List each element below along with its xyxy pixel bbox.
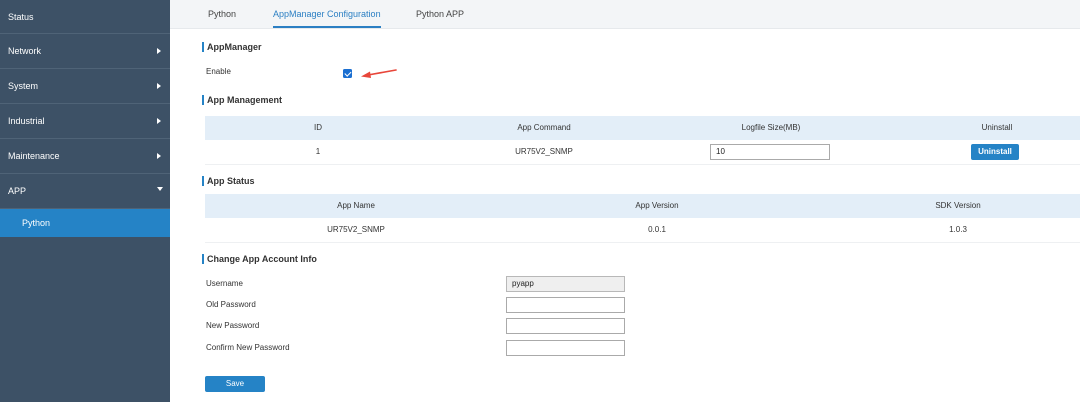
chevron-down-icon — [157, 187, 163, 191]
chevron-right-icon — [157, 82, 161, 89]
column-header-sdk-version: SDK Version — [935, 201, 981, 210]
column-header-app-version: App Version — [635, 201, 679, 210]
app-status-table: App Name App Version SDK Version UR75V2_… — [205, 194, 1080, 243]
username-label: Username — [206, 279, 243, 288]
tab-python-app[interactable]: Python APP — [416, 0, 464, 28]
section-title-app-status: App Status — [202, 176, 255, 186]
chevron-right-icon — [157, 117, 161, 124]
sidebar: Status Network System Industrial Mainten… — [0, 0, 170, 402]
confirm-password-field[interactable] — [506, 340, 625, 356]
sidebar-item-network[interactable]: Network — [0, 34, 170, 69]
enable-checkbox[interactable] — [343, 69, 352, 78]
table-row: UR75V2_SNMP 0.0.1 1.0.3 — [205, 218, 1080, 243]
new-password-label: New Password — [206, 321, 260, 330]
app-management-table: ID App Command Logfile Size(MB) Uninstal… — [205, 116, 1080, 165]
username-field[interactable]: pyapp — [506, 276, 625, 292]
sidebar-subitem-label: Python — [22, 218, 51, 228]
new-password-field[interactable] — [506, 318, 625, 334]
app-id-cell: 1 — [315, 147, 321, 156]
sidebar-item-industrial[interactable]: Industrial — [0, 104, 170, 139]
table-header-row: App Name App Version SDK Version — [205, 194, 1080, 218]
app-command-cell: UR75V2_SNMP — [515, 147, 573, 156]
column-header-logfile-size: Logfile Size(MB) — [741, 123, 801, 132]
sidebar-item-label: Industrial — [8, 116, 45, 126]
main-content: Python AppManager Configuration Python A… — [170, 0, 1080, 402]
sidebar-subitem-python[interactable]: Python — [0, 209, 170, 237]
app-name-cell: UR75V2_SNMP — [327, 225, 385, 234]
sidebar-item-label: System — [8, 81, 39, 91]
uninstall-button[interactable]: Uninstall — [971, 144, 1019, 160]
sidebar-item-label: APP — [8, 186, 27, 196]
app-version-cell: 0.0.1 — [648, 225, 666, 234]
sdk-version-cell: 1.0.3 — [949, 225, 967, 234]
section-title-app-management: App Management — [202, 95, 282, 105]
column-header-uninstall: Uninstall — [981, 123, 1013, 132]
logfile-size-input[interactable]: 10 — [710, 144, 830, 160]
annotation-arrow-icon — [361, 69, 397, 78]
tab-appmanager-configuration[interactable]: AppManager Configuration — [273, 0, 381, 28]
sidebar-item-system[interactable]: System — [0, 69, 170, 104]
old-password-field[interactable] — [506, 297, 625, 313]
column-header-id: ID — [314, 123, 322, 132]
section-title-appmanager: AppManager — [202, 42, 262, 52]
table-header-row: ID App Command Logfile Size(MB) Uninstal… — [205, 116, 1080, 140]
save-button[interactable]: Save — [205, 376, 265, 392]
enable-label: Enable — [206, 67, 231, 76]
sidebar-item-label: Maintenance — [8, 151, 60, 161]
old-password-label: Old Password — [206, 300, 256, 309]
column-header-app-name: App Name — [337, 201, 375, 210]
sidebar-item-label: Status — [8, 11, 34, 22]
sidebar-item-maintenance[interactable]: Maintenance — [0, 139, 170, 174]
tab-bar: Python AppManager Configuration Python A… — [170, 0, 1080, 29]
tab-python[interactable]: Python — [208, 0, 236, 28]
sidebar-item-app[interactable]: APP — [0, 174, 170, 209]
sidebar-item-label: Network — [8, 46, 42, 56]
chevron-right-icon — [157, 47, 161, 54]
table-row: 1 UR75V2_SNMP 10 Uninstall — [205, 140, 1080, 165]
confirm-password-label: Confirm New Password — [206, 343, 290, 352]
sidebar-item-status[interactable]: Status — [0, 0, 170, 34]
column-header-app-command: App Command — [517, 123, 571, 132]
chevron-right-icon — [157, 152, 161, 159]
section-title-account-info: Change App Account Info — [202, 254, 317, 264]
